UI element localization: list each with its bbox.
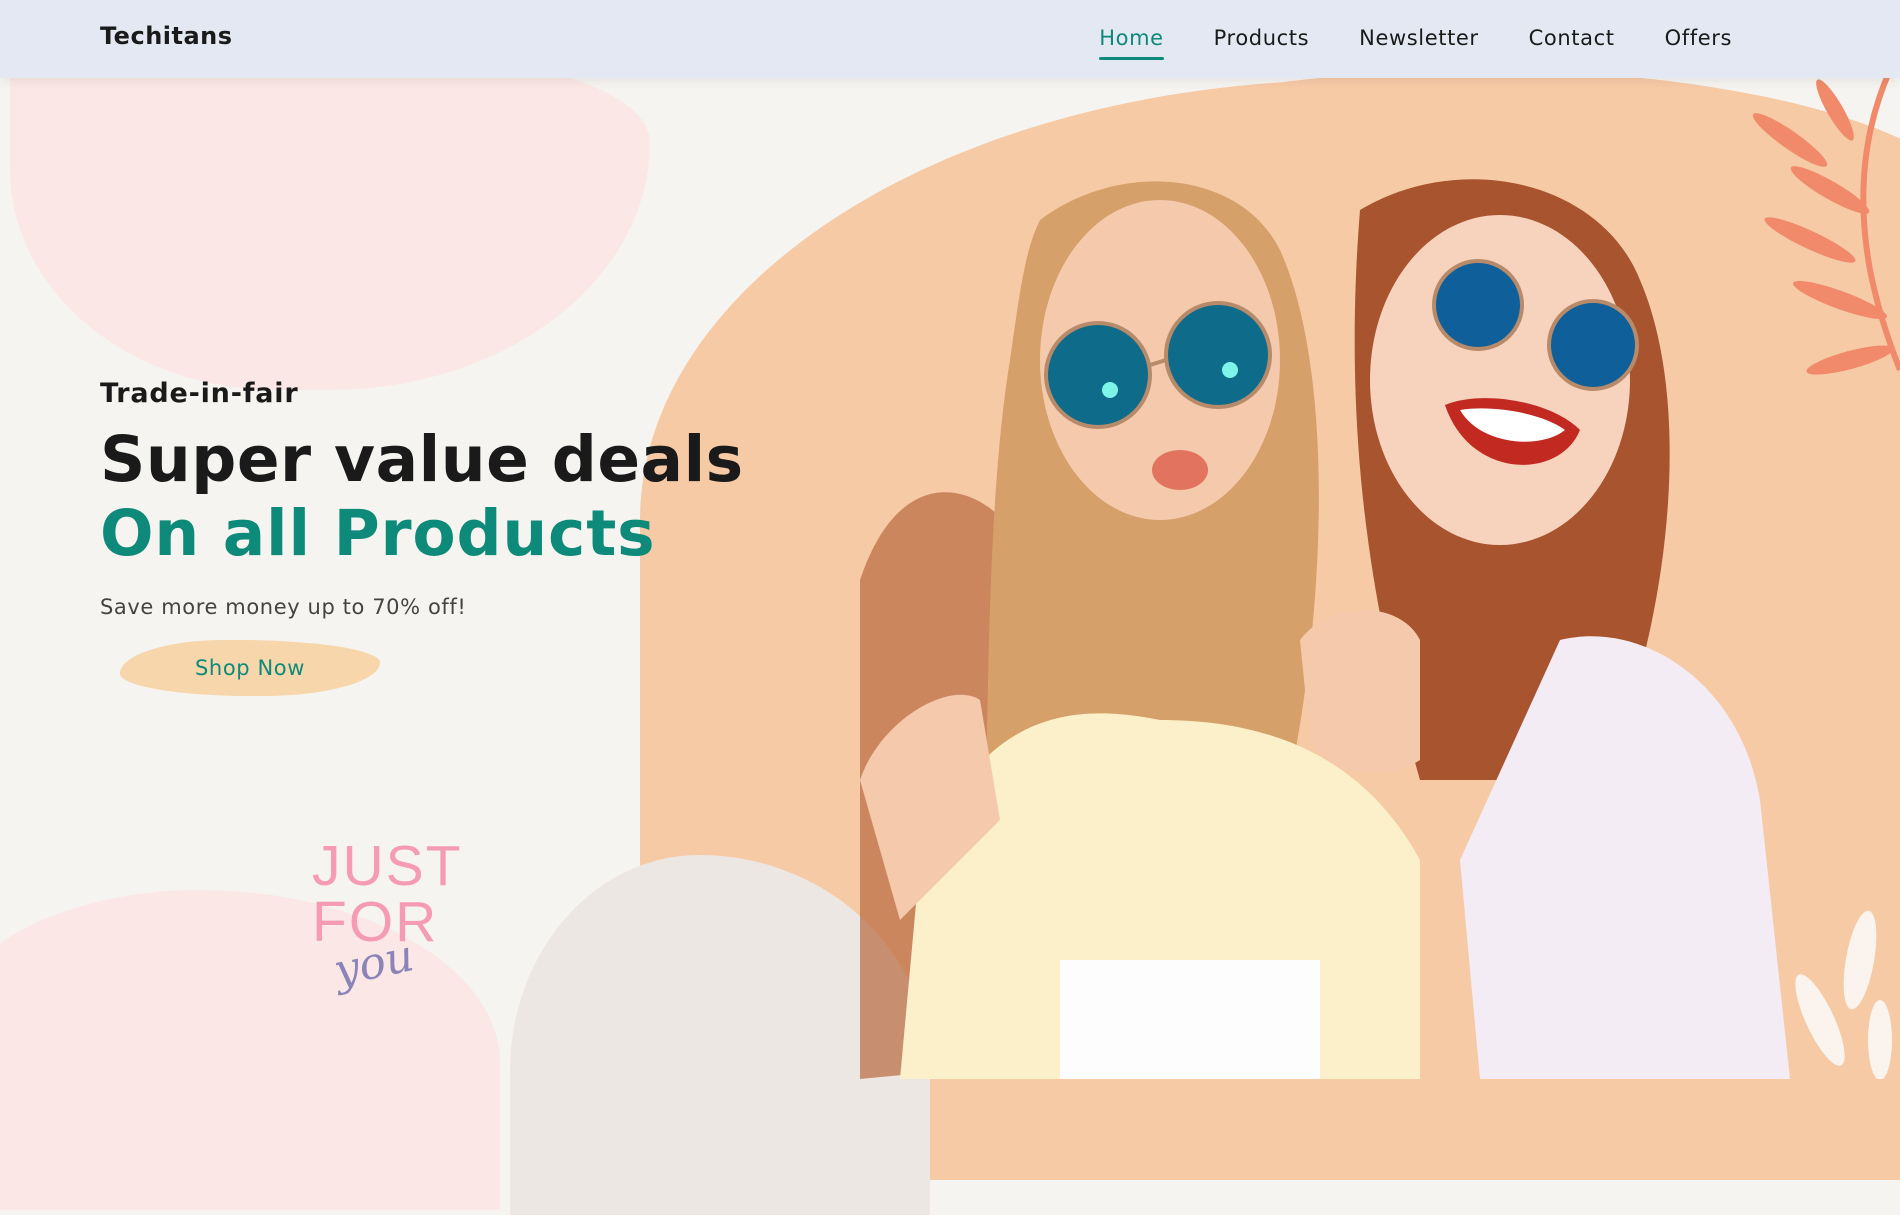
hero-subtext: Save more money up to 70% off! — [100, 595, 467, 619]
leaf-decoration-bottom — [1795, 910, 1892, 1079]
hero-text: Trade-in-fair Super value deals On all P… — [100, 378, 744, 696]
hero-photo — [860, 179, 1790, 1079]
nav-item-offers[interactable]: Offers — [1665, 26, 1732, 52]
nav-item-newsletter[interactable]: Newsletter — [1359, 26, 1479, 52]
shop-now-button[interactable]: Shop Now — [120, 640, 380, 696]
navbar: Techitans Home Products Newsletter Conta… — [0, 0, 1900, 78]
hero-eyebrow: Trade-in-fair — [100, 378, 299, 409]
just-for-you-badge: JUST FOR you — [312, 834, 463, 998]
badge-line-just: JUST — [312, 834, 463, 898]
hero-headline: Super value deals — [100, 423, 744, 496]
bg-blob-pink — [10, 60, 650, 390]
nav-item-home[interactable]: Home — [1099, 26, 1165, 60]
nav-item-contact[interactable]: Contact — [1529, 26, 1615, 52]
nav-links: Home Products Newsletter Contact Offers — [1099, 0, 1732, 78]
brand-logo[interactable]: Techitans — [100, 22, 233, 50]
hero-headline-accent: On all Products — [100, 497, 656, 570]
nav-item-products[interactable]: Products — [1214, 26, 1309, 52]
